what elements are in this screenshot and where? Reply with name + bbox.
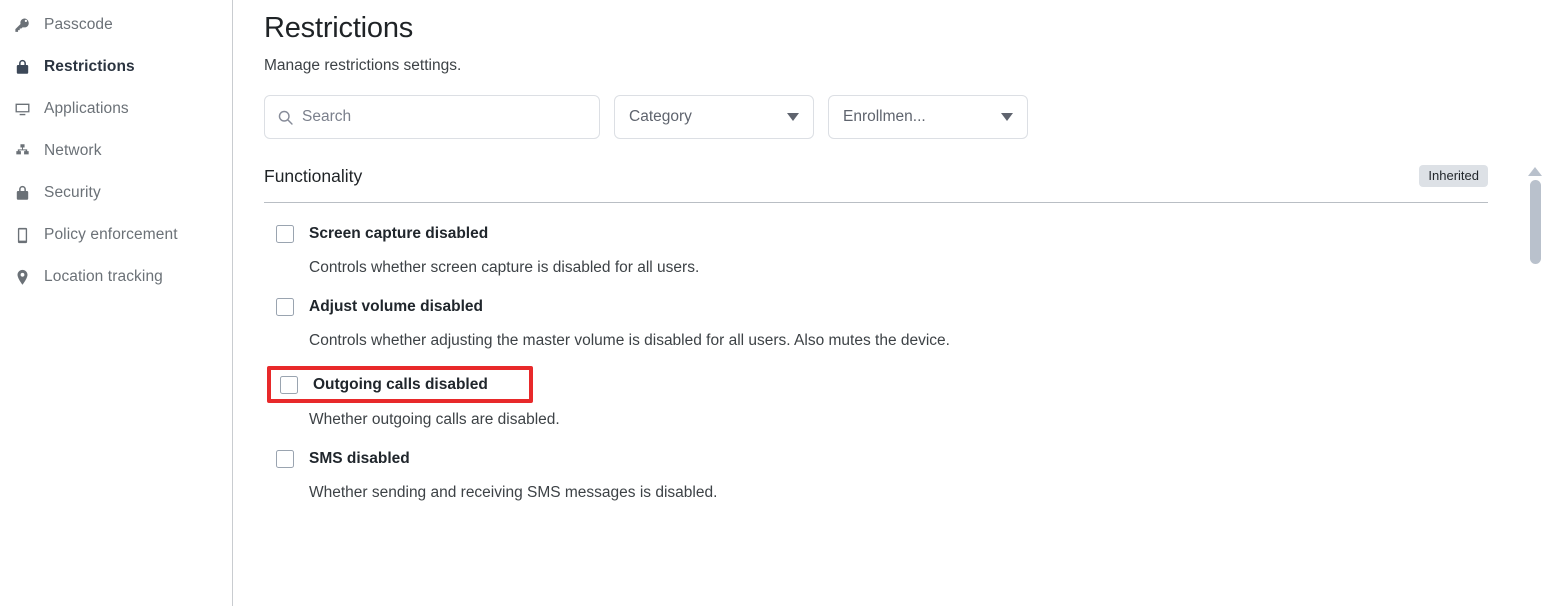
setting-row: Adjust volume disabled: [264, 293, 1553, 321]
sidebar-item-label: Location tracking: [44, 268, 163, 285]
page-subtitle: Manage restrictions settings.: [264, 57, 462, 74]
functionality-section: Functionality Inherited Screen capture d…: [264, 139, 1553, 502]
page-title: Restrictions: [264, 12, 414, 44]
app-root: Passcode Restrictions Applications Network S…: [0, 0, 1553, 606]
sidebar-item-label: Restrictions: [44, 58, 135, 75]
scrollbar-thumb[interactable]: [1529, 180, 1541, 264]
section-header: Functionality Inherited: [264, 161, 1553, 191]
sidebar-item-network[interactable]: Network: [0, 130, 232, 172]
settings-list: Screen capture disabled Controls whether …: [264, 203, 1553, 502]
setting-item: SMS disabled Whether sending and receivin…: [264, 445, 1553, 502]
sidebar-item-applications[interactable]: Applications: [0, 88, 232, 130]
setting-description: Controls whether screen capture is disab…: [309, 259, 700, 276]
status-badge: Inherited: [1419, 165, 1488, 187]
map-pin-icon: [8, 268, 36, 287]
lock-icon: [8, 58, 36, 77]
main-content: Restrictions Manage restrictions setting…: [233, 0, 1553, 606]
setting-checkbox[interactable]: [280, 375, 298, 394]
sidebar-item-label: Policy enforcement: [44, 226, 178, 243]
setting-description: Whether sending and receiving SMS messag…: [309, 484, 718, 501]
sidebar-item-security[interactable]: Security: [0, 172, 232, 214]
setting-row: Outgoing calls disabled: [267, 366, 533, 403]
vertical-scrollbar[interactable]: [1528, 167, 1542, 597]
setting-row: Screen capture disabled: [264, 220, 1553, 248]
settings-sidebar: Passcode Restrictions Applications Network S…: [0, 0, 233, 606]
setting-checkbox[interactable]: [276, 298, 294, 316]
sidebar-item-restrictions[interactable]: Restrictions: [0, 46, 232, 88]
search-box[interactable]: [264, 95, 600, 139]
scroll-up-arrow-icon[interactable]: [1528, 167, 1542, 176]
sidebar-item-label: Security: [44, 184, 101, 201]
enrollment-filter-label: Enrollmen...: [843, 108, 926, 125]
category-filter-label: Category: [629, 108, 692, 125]
category-filter-select[interactable]: Category: [614, 95, 814, 139]
setting-label: Screen capture disabled: [309, 225, 489, 242]
sidebar-item-label: Passcode: [44, 16, 113, 33]
setting-item: Adjust volume disabled Controls whether a…: [264, 293, 1553, 350]
monitor-icon: [8, 100, 36, 119]
sidebar-item-label: Network: [44, 142, 102, 159]
sidebar-item-passcode[interactable]: Passcode: [0, 4, 232, 46]
setting-checkbox[interactable]: [276, 225, 294, 243]
sidebar-item-label: Applications: [44, 100, 129, 117]
setting-label: Adjust volume disabled: [309, 298, 483, 315]
enrollment-filter-select[interactable]: Enrollmen...: [828, 95, 1028, 139]
chevron-down-icon: [787, 113, 799, 121]
setting-row: SMS disabled: [264, 445, 1553, 473]
section-title: Functionality: [264, 165, 363, 186]
setting-item: Screen capture disabled Controls whether …: [264, 220, 1553, 277]
lock-icon: [8, 184, 36, 203]
setting-label: Outgoing calls disabled: [313, 375, 488, 393]
search-input[interactable]: [302, 108, 587, 126]
setting-label: SMS disabled: [309, 450, 410, 467]
sidebar-item-policy-enforcement[interactable]: Policy enforcement: [0, 214, 232, 256]
setting-description: Whether outgoing calls are disabled.: [309, 411, 560, 428]
setting-checkbox[interactable]: [276, 450, 294, 468]
setting-item: Outgoing calls disabled Whether outgoing …: [264, 366, 1553, 429]
filter-toolbar: Category Enrollmen...: [264, 75, 1553, 139]
network-icon: [8, 142, 36, 161]
sidebar-item-location-tracking[interactable]: Location tracking: [0, 256, 232, 298]
search-icon: [277, 109, 294, 126]
chevron-down-icon: [1001, 113, 1013, 121]
setting-description: Controls whether adjusting the master vo…: [309, 332, 950, 349]
key-icon: [8, 16, 36, 35]
mobile-device-icon: [8, 226, 36, 245]
